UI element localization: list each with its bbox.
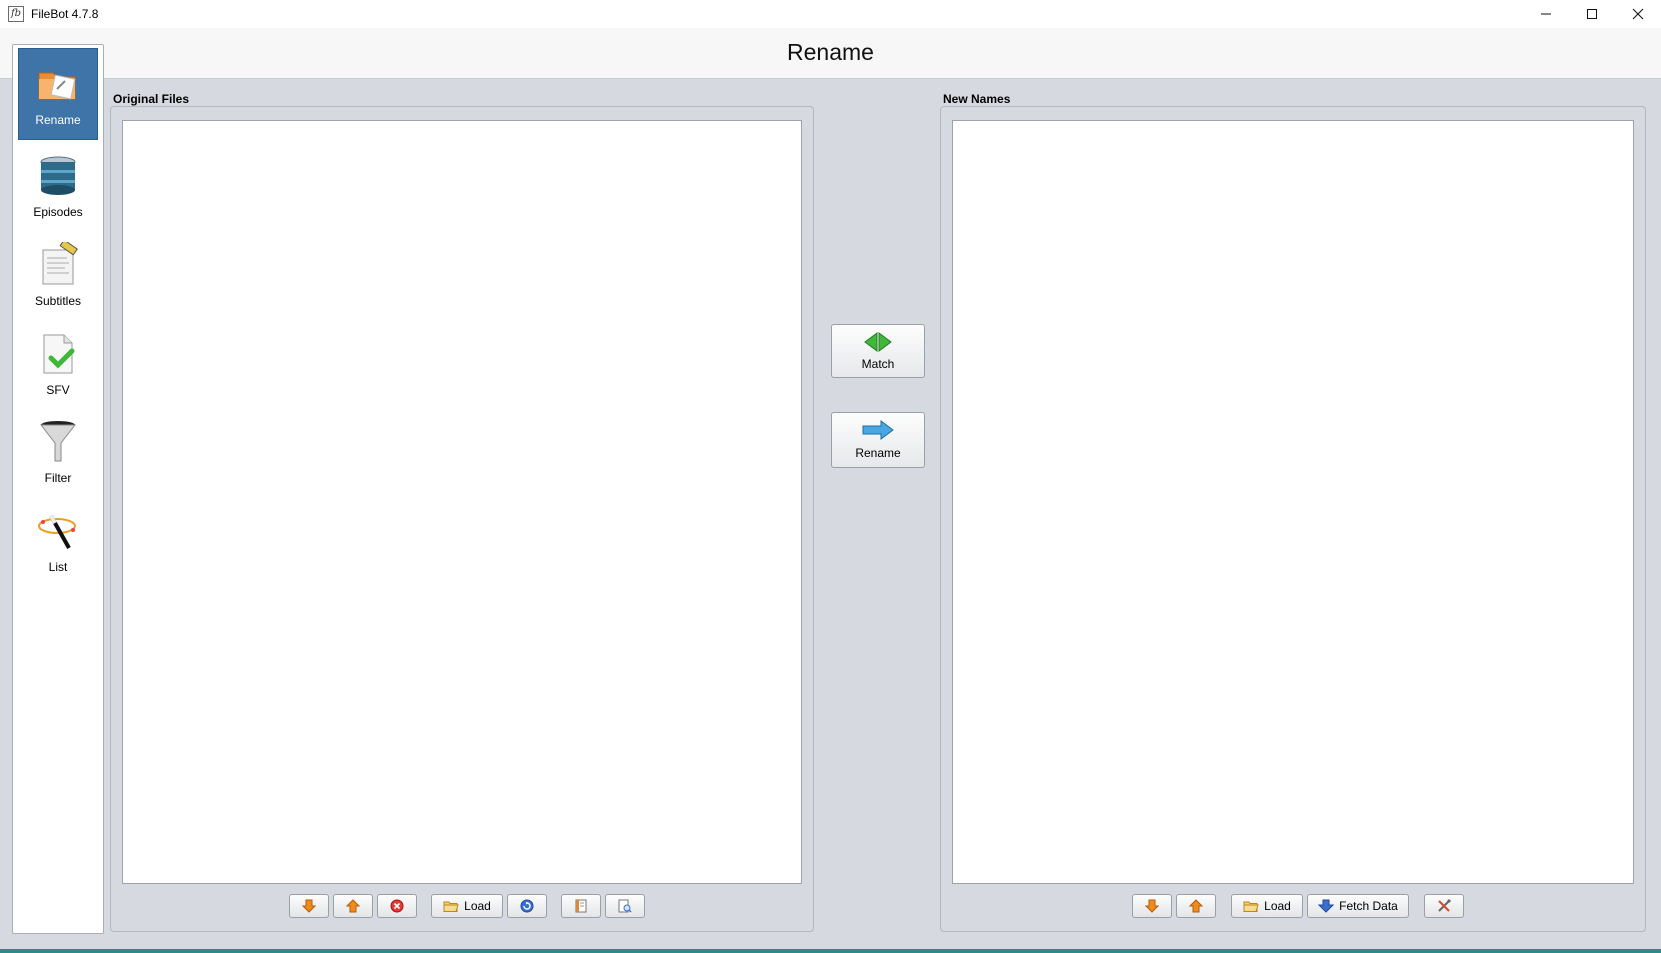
sidebar-item-label: Subtitles	[34, 294, 82, 308]
sidebar-item-label: Rename	[35, 113, 81, 127]
document-icon	[575, 899, 587, 913]
new-names-list[interactable]	[952, 120, 1634, 884]
arrow-down-icon	[302, 899, 316, 913]
export-button[interactable]	[605, 894, 645, 918]
sidebar-item-subtitles[interactable]: Subtitles	[18, 230, 98, 322]
load-label: Load	[1264, 899, 1291, 913]
sidebar-item-label: SFV	[46, 383, 70, 397]
sidebar-item-label: List	[48, 560, 68, 574]
remove-button[interactable]	[377, 894, 417, 918]
move-up-button[interactable]	[1176, 894, 1216, 918]
maximize-icon	[1587, 9, 1597, 19]
original-files-list[interactable]	[122, 120, 802, 884]
close-icon	[1632, 8, 1644, 20]
arrow-down-icon	[1145, 899, 1159, 913]
arrow-up-icon	[346, 899, 360, 913]
remove-icon	[390, 899, 404, 913]
sidebar-item-label: Episodes	[33, 205, 83, 219]
move-down-button[interactable]	[289, 894, 329, 918]
fetch-down-icon	[1318, 899, 1335, 913]
match-arrows-icon	[864, 332, 892, 352]
title-bar: fb FileBot 4.7.8	[0, 0, 1661, 28]
minimize-button[interactable]	[1523, 0, 1569, 28]
fetch-label: Fetch Data	[1339, 899, 1398, 913]
folder-open-icon	[443, 901, 459, 912]
minimize-icon	[1541, 13, 1551, 15]
database-icon	[40, 156, 76, 195]
funnel-icon	[39, 421, 77, 462]
tools-icon	[1438, 899, 1451, 912]
rename-button[interactable]: Rename	[831, 412, 925, 468]
arrow-up-icon	[1189, 899, 1203, 913]
fetch-data-button[interactable]: Fetch Data	[1307, 894, 1409, 918]
match-label: Match	[861, 357, 895, 371]
arrow-right-icon	[862, 420, 894, 440]
new-names-title: New Names	[943, 92, 1011, 106]
rename-folder-icon	[38, 72, 76, 100]
original-files-title: Original Files	[113, 92, 190, 106]
page-title: Rename	[787, 39, 874, 65]
sidebar: Rename Episodes Subtitles SFV Filter Lis…	[12, 44, 104, 934]
folder-open-icon	[1243, 901, 1259, 912]
move-up-button[interactable]	[333, 894, 373, 918]
load-names-button[interactable]: Load	[1231, 894, 1303, 918]
page-header: Rename	[0, 28, 1661, 79]
move-down-button[interactable]	[1132, 894, 1172, 918]
sidebar-item-list[interactable]: List	[18, 496, 98, 588]
load-button[interactable]: Load	[431, 894, 503, 918]
window-controls	[1523, 0, 1661, 28]
window-title: FileBot 4.7.8	[31, 7, 99, 21]
magic-wand-icon	[38, 515, 76, 549]
app-icon: fb	[8, 6, 24, 22]
sidebar-item-episodes[interactable]: Episodes	[18, 141, 98, 233]
subtitles-icon	[42, 242, 78, 285]
rename-label: Rename	[855, 446, 901, 460]
close-button[interactable]	[1615, 0, 1661, 28]
settings-tools-button[interactable]	[1424, 894, 1464, 918]
checkmark-file-icon	[43, 334, 75, 374]
sidebar-item-sfv[interactable]: SFV	[18, 319, 98, 411]
match-button[interactable]: Match	[831, 324, 925, 378]
refresh-icon	[520, 899, 534, 913]
sidebar-item-rename[interactable]: Rename	[18, 48, 98, 140]
window-bottom-edge	[0, 949, 1661, 953]
sidebar-item-label: Filter	[44, 471, 72, 485]
load-label: Load	[464, 899, 491, 913]
sidebar-item-filter[interactable]: Filter	[18, 407, 98, 499]
maximize-button[interactable]	[1569, 0, 1615, 28]
document-search-icon	[618, 899, 632, 913]
refresh-button[interactable]	[507, 894, 547, 918]
properties-button[interactable]	[561, 894, 601, 918]
